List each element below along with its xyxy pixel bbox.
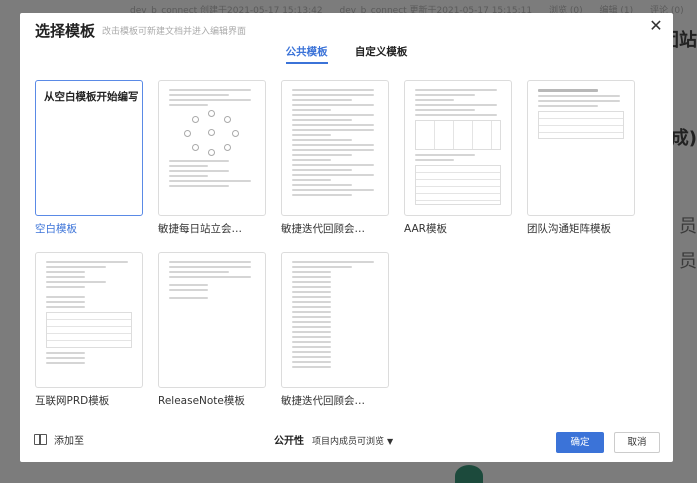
bg-avatar [455,465,483,483]
template-label: 敏捷迭代回顾会… [281,395,365,407]
bg-text: 员 [679,251,697,272]
visibility-value: 项目内成员可浏览 [312,437,385,447]
table-thumb [415,120,501,150]
visibility-select[interactable]: 项目内成员可浏览 ▼ [312,434,393,447]
template-label: 敏捷每日站立会… [158,223,242,235]
blank-thumb-title: 从空白模板开始编写 [44,91,139,103]
template-dialog: 选择模板 改击模板可新建文档并进入编辑界面 ✕ 公共模板 自定义模板 从空白模板… [20,13,673,462]
add-to-label: 添加至 [54,436,84,447]
template-label: 团队沟通矩阵模板 [527,223,611,235]
template-label: 空白模板 [35,223,77,235]
confirm-button[interactable]: 确定 [556,432,604,453]
bg-text: 成) [670,128,697,149]
template-thumbnail [281,80,389,216]
visibility-label: 公开性 [274,436,304,447]
template-card-standup[interactable]: 敏捷每日站立会… [158,80,266,236]
template-card-aar[interactable]: AAR模板 [404,80,512,236]
table-thumb [46,312,132,348]
table-thumb [538,111,624,139]
add-to-button[interactable]: 添加至 [34,432,84,447]
template-tabs: 公共模板 自定义模板 [20,44,673,64]
close-icon[interactable]: ✕ [647,17,665,35]
template-thumbnail [404,80,512,216]
template-card-blank[interactable]: 从空白模板开始编写 空白模板 [35,80,143,236]
diagram-thumb [182,110,242,156]
cancel-button[interactable]: 取消 [614,432,660,453]
tab-public-templates[interactable]: 公共模板 [285,44,328,64]
template-label: AAR模板 [404,223,447,235]
template-card-retro[interactable]: 敏捷迭代回顾会… [281,80,389,236]
template-card-comm-matrix[interactable]: 团队沟通矩阵模板 [527,80,635,236]
template-thumbnail [281,252,389,388]
template-card-prd[interactable]: 互联网PRD模板 [35,252,143,408]
template-label: 互联网PRD模板 [35,395,110,407]
dialog-title: 选择模板 [35,22,96,40]
template-card-release-note[interactable]: ReleaseNote模板 [158,252,266,408]
tab-custom-templates[interactable]: 自定义模板 [355,44,408,62]
bg-text: 员 [679,216,697,237]
template-card-retro-2[interactable]: 敏捷迭代回顾会… [281,252,389,408]
template-thumbnail [527,80,635,216]
table-thumb [415,165,501,205]
template-thumbnail: 从空白模板开始编写 [35,80,143,216]
template-thumbnail [158,252,266,388]
template-thumbnail [158,80,266,216]
template-label: 敏捷迭代回顾会… [281,223,365,235]
template-label: ReleaseNote模板 [158,395,245,407]
dialog-subtitle: 改击模板可新建文档并进入编辑界面 [102,27,247,37]
caret-down-icon: ▼ [387,437,394,446]
book-icon [34,434,47,445]
template-thumbnail [35,252,143,388]
